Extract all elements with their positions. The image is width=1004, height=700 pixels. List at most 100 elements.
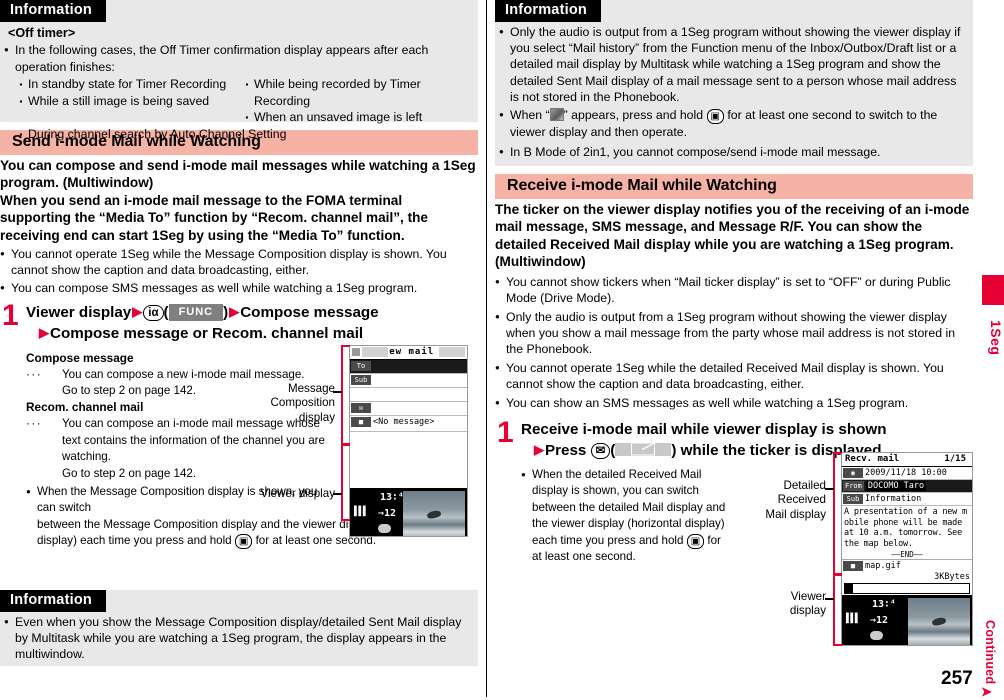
step-line-1: Viewer display▶ iα(FUNC)▶Compose message — [26, 304, 379, 322]
step-action-press: Press — [545, 441, 587, 459]
leader-line — [825, 598, 834, 600]
mail-date: 2009/11/18 10:00 — [865, 468, 947, 478]
bracket-viewer-display — [833, 573, 842, 646]
phone-viewer-panel[interactable]: ▌▌▌ 13∶⁴ ⇒12 — [842, 595, 972, 645]
phone-softkeys: Reply Select FUNC Page ▼ — [842, 645, 972, 646]
info-body: Only the audio is output from a 1Seg pro… — [495, 22, 973, 160]
from-value: DOCOMO Taro — [865, 481, 927, 491]
section-lead-receive: The ticker on the viewer display notifie… — [495, 202, 970, 270]
menu-compose-or-recom[interactable]: Compose message or Recom. channel mail — [50, 325, 363, 342]
continued-arrow-icon: ➤ — [981, 684, 992, 699]
viewer-channel: ⇒12 — [870, 615, 889, 626]
info-title: Information — [495, 0, 601, 22]
row-size: 3KBytes — [842, 572, 972, 582]
side-tab-label-1seg: 1Seg — [988, 320, 1004, 356]
section-heading-receive: Receive i-mode Mail while Watching — [495, 174, 973, 199]
arrow-icon: ▶ — [132, 304, 143, 320]
step-line-1: Receive i-mode mail while viewer display… — [521, 421, 887, 439]
callout-message-composition: Message Composition display — [270, 382, 335, 424]
camera-key-icon[interactable]: ▣ — [234, 534, 253, 550]
detail-text: You can compose a new i-mode mail messag… — [62, 367, 305, 381]
mail-key-icon[interactable]: ✉ — [590, 442, 611, 459]
info-title: Information — [0, 0, 106, 22]
column-divider — [486, 0, 487, 697]
row-date: ◉ 2009/11/18 10:00 — [842, 467, 972, 480]
detail-def-recom: ··· You can compose an i-mode mail messa… — [26, 416, 326, 482]
multitask-icon — [549, 108, 564, 122]
manual-page: Information <Off timer> In the following… — [0, 0, 1004, 699]
info-bullet: Even when you show the Message Compositi… — [4, 614, 470, 663]
viewer-time: 13∶⁴ — [872, 599, 897, 610]
info-sub-list: In standby state for Timer Recording Whi… — [4, 75, 470, 143]
arrow-icon: ▶ — [229, 304, 240, 320]
detail-dots: ··· — [26, 367, 43, 381]
sub-tag: Sub — [843, 494, 863, 504]
row-subject: Sub Information — [842, 493, 972, 506]
bracket-message-composition — [341, 345, 350, 446]
page-number: 257 — [941, 668, 973, 689]
scrollbar-track[interactable] — [844, 583, 970, 594]
phone-screenshot-new-mail: New mail To Sub ✉ ■ <No message> ▌▌▌ 13∶⁴… — [349, 345, 468, 537]
arrow-icon: ▶ — [534, 441, 544, 457]
envelope-icon — [631, 442, 656, 456]
mail-softkey[interactable] — [615, 442, 672, 456]
field-row-message[interactable]: ■ <No message> — [350, 416, 467, 432]
phone-viewer-panel[interactable]: ▌▌▌ 13∶⁴ ⇒12 — [350, 488, 467, 536]
message-blank-area[interactable] — [350, 432, 467, 488]
field-row-sub[interactable]: Sub — [350, 374, 467, 388]
phone-statusbar: Recv. mail 1/15 — [842, 453, 972, 467]
signal-bars-icon: ▌▌▌ — [846, 614, 860, 624]
row-from[interactable]: From DOCOMO Taro — [842, 480, 972, 493]
section-notes-receive: You cannot show tickers when “Mail ticke… — [495, 274, 973, 412]
phone-title: New mail — [382, 347, 435, 357]
mute-icon — [870, 631, 883, 640]
info-sub-item: When an unsaved image is left — [244, 108, 470, 126]
leader-line — [333, 493, 342, 495]
section-notes-send: You cannot operate 1Seg while the Messag… — [0, 246, 478, 296]
field-row-blank[interactable] — [350, 388, 467, 402]
info-sub-item: In standby state for Timer Recording — [18, 75, 244, 93]
date-icon: ◉ — [843, 468, 863, 478]
func-softkey[interactable]: FUNC — [168, 304, 224, 321]
step-note: When the detailed Received Mail display … — [521, 467, 726, 566]
detail-dots: ··· — [26, 417, 43, 431]
info-sub-item: While being recorded by Timer Recording — [244, 75, 470, 109]
step-number: 1 — [2, 299, 19, 333]
info-bullet: Only the audio is output from a 1Seg pro… — [499, 24, 965, 106]
callout-detailed-received-mail: Detailed Received Mail display — [765, 479, 826, 521]
field-row-to[interactable]: To — [350, 360, 467, 374]
tv-picture — [908, 598, 970, 645]
note-item: You cannot operate 1Seg while the Messag… — [0, 246, 478, 279]
signal-bars-icon: ▌▌▌ — [354, 507, 368, 517]
leader-line — [825, 488, 834, 490]
field-row-attach[interactable]: ✉ — [350, 402, 467, 416]
camera-key-icon[interactable]: ▣ — [686, 533, 705, 549]
ialpha-key-icon[interactable]: iα — [143, 305, 164, 322]
sub-value: Information — [865, 494, 922, 504]
camera-key-icon[interactable]: ▣ — [706, 109, 724, 125]
note-item: Only the audio is output from a 1Seg pro… — [495, 309, 973, 358]
mail-count: 1/15 — [944, 454, 966, 464]
note-item: You cannot show tickers when “Mail ticke… — [495, 274, 973, 307]
bullet-text-before: When “ — [510, 108, 550, 123]
bracket-viewer-display — [341, 443, 350, 521]
phone-screenshot-recv-mail: Recv. mail 1/15 ◉ 2009/11/18 10:00 From DO… — [841, 452, 973, 646]
mail-end-marker: ——END—— — [842, 550, 972, 560]
continued-label: Continued — [983, 620, 997, 685]
detail-term-compose: Compose message — [26, 350, 134, 365]
step-number: 1 — [497, 416, 514, 450]
field-tag-to: To — [351, 361, 371, 371]
attachment-icon: ■ — [843, 561, 863, 571]
step-target-viewer-display: Viewer display — [26, 304, 132, 322]
info-sub-item: During channel search by Auto Channel Se… — [18, 125, 470, 143]
callout-viewer-display: Viewer display — [260, 487, 335, 500]
info-sub-item: While a still image is being saved — [18, 92, 244, 110]
info-title: Information — [0, 590, 106, 612]
scrollbar-thumb[interactable] — [845, 584, 853, 593]
menu-compose-message[interactable]: Compose message — [240, 304, 378, 321]
step-line-2: ▶Compose message or Recom. channel mail — [38, 324, 478, 344]
section-lead-send: You can compose and send i-mode mail mes… — [0, 158, 476, 243]
attachment-size: 3KBytes — [934, 572, 970, 582]
row-attachment[interactable]: ■ map.gif — [842, 560, 972, 572]
bracket-detailed-received-mail — [833, 452, 842, 576]
